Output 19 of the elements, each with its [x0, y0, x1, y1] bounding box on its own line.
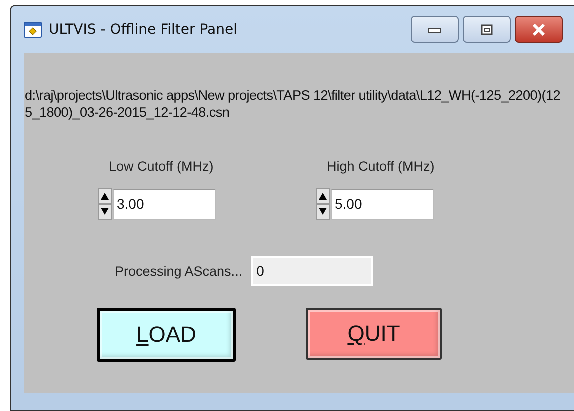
- cutoff-field[interactable]: 3.00: [113, 188, 216, 220]
- minimize-icon: [428, 26, 442, 34]
- progress-label: Processing AScans...: [115, 264, 243, 278]
- close-icon: [531, 24, 547, 36]
- progress-field[interactable]: 0: [250, 256, 373, 286]
- spinner-icon[interactable]: [316, 188, 330, 220]
- spinner-icon[interactable]: [98, 188, 112, 220]
- maximize-icon: [480, 24, 494, 36]
- cutoff-field[interactable]: 5.00: [331, 188, 434, 220]
- cutoff-label: High Cutoff (MHz): [327, 159, 435, 174]
- cutoff-label: Low Cutoff (MHz): [109, 159, 215, 174]
- app-icon: [24, 22, 42, 38]
- quit-button[interactable]: QUIT: [306, 308, 442, 360]
- file-path: d:\raj\projects\Ultrasonic apps\New projects\TAPS 12\filter utility\data\L12_WH(-125_2200)(125_1800)_03-26-2015_12-12-48.csn: [25, 87, 561, 121]
- maximize-button[interactable]: [463, 16, 511, 43]
- close-button[interactable]: [515, 16, 563, 43]
- minimize-button[interactable]: [411, 16, 459, 43]
- load-button[interactable]: LOAD: [97, 308, 236, 362]
- window-title: ULTVIS - Offline Filter Panel: [49, 22, 238, 38]
